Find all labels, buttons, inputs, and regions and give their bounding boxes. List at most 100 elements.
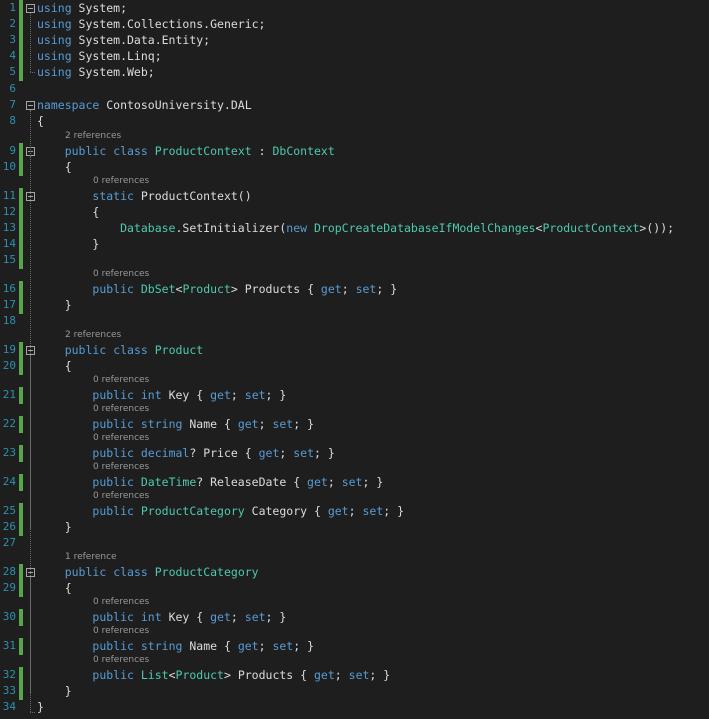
code-text: } bbox=[37, 519, 72, 535]
change-indicator-bar bbox=[19, 580, 23, 597]
code-line[interactable]: 32 public List<Product> Products { get; … bbox=[0, 667, 709, 684]
code-line[interactable]: 7 namespace ContosoUniversity.DAL bbox=[0, 97, 709, 113]
line-number: 19 bbox=[2, 343, 16, 356]
code-text: { bbox=[37, 113, 44, 129]
change-indicator-bar bbox=[19, 32, 23, 49]
codelens-references[interactable]: 0 references bbox=[93, 173, 149, 189]
code-line[interactable]: 34} bbox=[0, 699, 709, 715]
code-line[interactable]: 28 public class ProductCategory bbox=[0, 564, 709, 581]
codelens-references[interactable]: 0 references bbox=[93, 266, 149, 282]
text-token: ; } bbox=[265, 388, 287, 402]
codelens-references[interactable]: 0 references bbox=[93, 594, 149, 610]
change-indicator-bar bbox=[19, 220, 23, 237]
codelens-references[interactable]: 1 reference bbox=[65, 549, 117, 565]
keyword-token: decimal bbox=[140, 446, 190, 460]
codelens-references[interactable]: 0 references bbox=[93, 488, 149, 504]
text-token: System.Data.Entity; bbox=[71, 33, 211, 47]
code-text: namespace ContosoUniversity.DAL bbox=[37, 97, 252, 113]
line-number: 29 bbox=[2, 581, 16, 594]
text-token: : bbox=[251, 144, 273, 158]
keyword-token: set bbox=[244, 610, 266, 624]
text-token: } bbox=[37, 684, 72, 698]
change-indicator-bar bbox=[19, 445, 23, 462]
code-line[interactable]: 3 using System.Data.Entity; bbox=[0, 32, 709, 49]
code-line[interactable]: 12 { bbox=[0, 204, 709, 221]
line-number: 11 bbox=[2, 189, 16, 202]
code-line[interactable]: 17 } bbox=[0, 297, 709, 314]
collapse-icon[interactable] bbox=[26, 4, 35, 13]
change-indicator-bar bbox=[19, 683, 23, 700]
line-number: 3 bbox=[9, 33, 16, 46]
code-text: using System; bbox=[37, 0, 127, 16]
text-token: > Products { bbox=[230, 282, 321, 296]
code-line[interactable]: 9 public class ProductContext : DbContex… bbox=[0, 143, 709, 160]
code-line[interactable]: 33 } bbox=[0, 683, 709, 700]
text-token: ; bbox=[230, 388, 245, 402]
codelens-references[interactable]: 0 references bbox=[93, 401, 149, 417]
code-line[interactable]: 4 using System.Linq; bbox=[0, 48, 709, 65]
keyword-token: get bbox=[210, 610, 231, 624]
code-text: static ProductContext() bbox=[37, 188, 252, 204]
codelens-references[interactable]: 0 references bbox=[93, 459, 149, 475]
text-token: } bbox=[37, 700, 44, 714]
keyword-token: class bbox=[113, 144, 148, 158]
change-indicator-bar bbox=[19, 236, 23, 253]
keyword-token: set bbox=[272, 417, 294, 431]
codelens-references[interactable]: 0 references bbox=[93, 623, 149, 639]
code-editor[interactable]: 1 using System; 2 using System.Collections.… bbox=[0, 0, 709, 719]
keyword-token: string bbox=[140, 417, 183, 431]
change-indicator-bar bbox=[19, 609, 23, 626]
keyword-token: class bbox=[113, 565, 148, 579]
codelens-references[interactable]: 2 references bbox=[65, 327, 121, 343]
line-number: 7 bbox=[9, 98, 16, 111]
code-line[interactable]: 13 Database.SetInitializer(new DropCreat… bbox=[0, 220, 709, 237]
line-number: 4 bbox=[9, 49, 16, 62]
code-text: public class Product bbox=[37, 342, 204, 358]
code-line[interactable]: 6 bbox=[0, 81, 709, 97]
line-number: 14 bbox=[2, 237, 16, 250]
line-number: 27 bbox=[2, 536, 16, 549]
code-line[interactable]: 16 public DbSet<Product> Products { get;… bbox=[0, 281, 709, 298]
keyword-token: get bbox=[210, 388, 231, 402]
code-line[interactable]: 8{ bbox=[0, 113, 709, 129]
keyword-token: public bbox=[92, 282, 134, 296]
code-text: } bbox=[37, 236, 99, 252]
text-token: ; bbox=[258, 417, 273, 431]
codelens-references[interactable]: 0 references bbox=[93, 430, 149, 446]
code-line[interactable]: 2 using System.Collections.Generic; bbox=[0, 16, 709, 33]
collapse-icon[interactable] bbox=[26, 101, 35, 110]
code-line[interactable]: 11 static ProductContext() bbox=[0, 188, 709, 205]
code-line[interactable]: 26 } bbox=[0, 519, 709, 536]
text-token: { bbox=[37, 205, 100, 219]
keyword-token: set bbox=[272, 639, 294, 653]
text-token: } bbox=[37, 298, 72, 312]
keyword-token: public bbox=[64, 565, 107, 579]
code-text: public class ProductContext : DbContext bbox=[37, 143, 335, 159]
code-line[interactable]: 5 using System.Web; bbox=[0, 64, 709, 81]
codelens-references[interactable]: 0 references bbox=[93, 372, 149, 388]
codelens-references[interactable]: 0 references bbox=[93, 652, 149, 668]
change-indicator-bar bbox=[19, 638, 23, 655]
text-token: ; bbox=[258, 639, 273, 653]
codelens-references[interactable]: 2 references bbox=[65, 128, 121, 144]
code-line[interactable]: 1 using System; bbox=[0, 0, 709, 17]
text-token: { bbox=[37, 114, 44, 128]
line-number: 10 bbox=[2, 160, 16, 173]
keyword-token: public bbox=[64, 343, 107, 357]
code-text: public int Key { get; set; } bbox=[37, 609, 286, 625]
code-line[interactable]: 25 public ProductCategory Category { get… bbox=[0, 503, 709, 520]
text-token: ProductContext() bbox=[133, 189, 252, 203]
code-line[interactable]: 14 } bbox=[0, 236, 709, 253]
code-text: using System.Web; bbox=[37, 64, 155, 80]
text-token: ; } bbox=[369, 668, 391, 682]
code-line[interactable]: 19 public class Product bbox=[0, 342, 709, 359]
text-token: ? ReleaseDate { bbox=[196, 475, 308, 489]
